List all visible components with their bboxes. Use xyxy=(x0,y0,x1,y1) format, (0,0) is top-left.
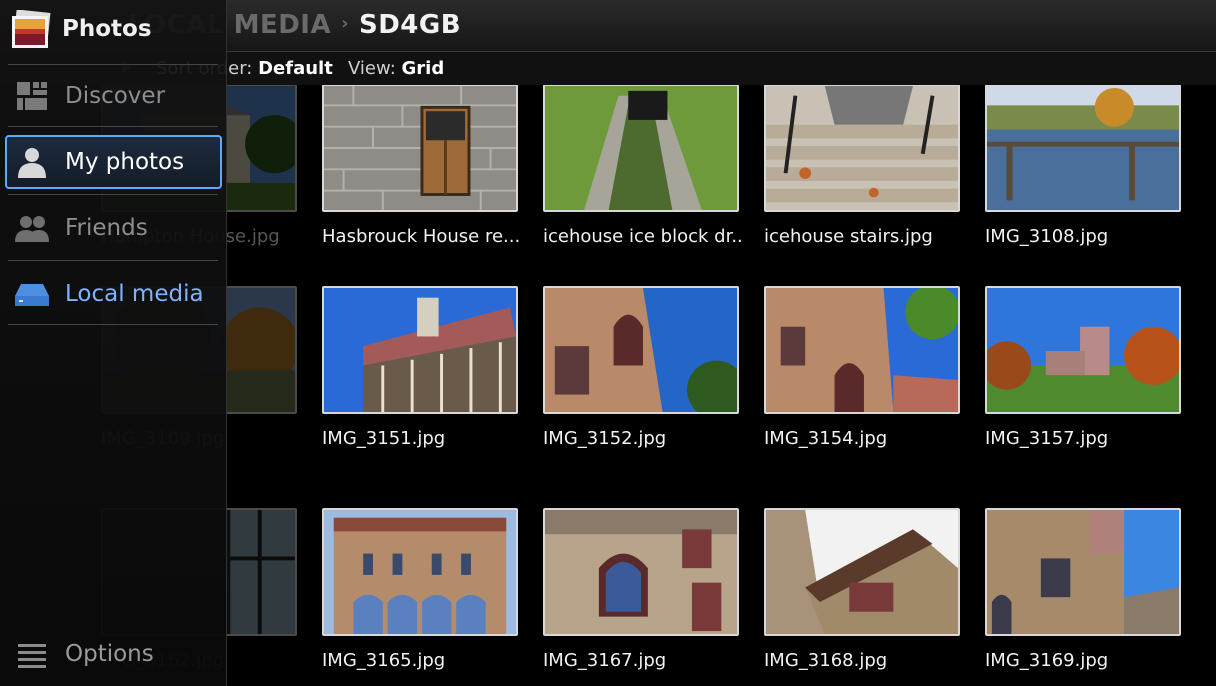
photo-thumbnail xyxy=(543,85,739,212)
storage-icon xyxy=(15,284,49,306)
photo-caption: Hasbrouck House re... xyxy=(322,226,521,247)
nav-item-friends[interactable]: Friends xyxy=(5,201,222,255)
view-value: Grid xyxy=(401,58,445,79)
photo-tile[interactable]: IMG_3154.jpg xyxy=(764,286,960,449)
nav-item-my-photos[interactable]: My photos xyxy=(5,135,222,189)
photo-tile[interactable]: IMG_3167.jpg xyxy=(543,508,739,671)
photo-caption: IMG_3168.jpg xyxy=(764,650,888,671)
nav-item-discover[interactable]: Discover xyxy=(5,69,222,123)
menu-icon xyxy=(18,644,46,668)
breadcrumb-separator: › xyxy=(341,13,349,34)
photo-tile[interactable]: IMG_3168.jpg xyxy=(764,508,960,671)
photo-tile[interactable]: IMG_3157.jpg xyxy=(985,286,1181,449)
nav-item-label: Discover xyxy=(65,83,166,109)
photo-thumbnail xyxy=(322,508,518,636)
photo-caption: icehouse ice block dr... xyxy=(543,226,743,247)
photo-caption: IMG_3152.jpg xyxy=(543,428,667,449)
options-label: Options xyxy=(65,641,154,667)
photo-tile[interactable]: icehouse stairs.jpg xyxy=(764,85,960,247)
photo-thumbnail xyxy=(764,286,960,414)
divider xyxy=(8,64,218,65)
navigation-drawer: Photos Discover My photos Friends Local … xyxy=(0,0,227,686)
nav-item-label: My photos xyxy=(65,149,185,175)
divider xyxy=(8,324,218,325)
photo-thumbnail xyxy=(543,286,739,414)
photo-caption: IMG_3151.jpg xyxy=(322,428,446,449)
nav-item-local-media[interactable]: Local media xyxy=(5,267,222,321)
photo-caption: IMG_3167.jpg xyxy=(543,650,667,671)
app-header[interactable]: Photos xyxy=(0,0,227,62)
photo-tile[interactable]: IMG_3152.jpg xyxy=(543,286,739,449)
photo-caption: IMG_3108.jpg xyxy=(985,226,1109,247)
nav-item-label: Friends xyxy=(65,215,148,241)
discover-icon xyxy=(17,82,47,110)
breadcrumb-current: SD4GB xyxy=(359,10,462,40)
photos-app-icon xyxy=(12,10,51,48)
photo-tile[interactable]: IMG_3108.jpg xyxy=(985,85,1181,247)
photo-thumbnail xyxy=(322,85,518,212)
photo-thumbnail xyxy=(764,85,960,212)
photo-caption: IMG_3157.jpg xyxy=(985,428,1109,449)
photo-tile[interactable]: icehouse ice block dr... xyxy=(543,85,743,247)
photo-tile[interactable]: IMG_3165.jpg xyxy=(322,508,518,671)
options-button[interactable]: Options xyxy=(10,634,220,674)
divider xyxy=(8,126,218,127)
photo-caption: IMG_3165.jpg xyxy=(322,650,446,671)
person-icon xyxy=(18,148,46,178)
photo-caption: icehouse stairs.jpg xyxy=(764,226,933,247)
photo-thumbnail xyxy=(322,286,518,414)
photo-tile[interactable]: IMG_3169.jpg xyxy=(985,508,1181,671)
nav-item-label: Local media xyxy=(65,281,204,307)
app-title: Photos xyxy=(62,16,152,42)
view-control[interactable]: View: Grid xyxy=(348,58,444,79)
photo-tile[interactable]: Hasbrouck House re... xyxy=(322,85,520,247)
photo-thumbnail xyxy=(764,508,960,636)
view-label: View: xyxy=(348,58,396,79)
divider xyxy=(8,260,218,261)
friends-icon xyxy=(15,216,49,242)
photo-thumbnail xyxy=(543,508,739,636)
photo-tile[interactable]: IMG_3151.jpg xyxy=(322,286,518,449)
photo-caption: IMG_3154.jpg xyxy=(764,428,888,449)
photo-caption: IMG_3169.jpg xyxy=(985,650,1109,671)
photo-thumbnail xyxy=(985,508,1181,636)
sort-order-value: Default xyxy=(258,58,333,79)
divider xyxy=(8,194,218,195)
photo-thumbnail xyxy=(985,286,1181,414)
photo-thumbnail xyxy=(985,85,1181,212)
